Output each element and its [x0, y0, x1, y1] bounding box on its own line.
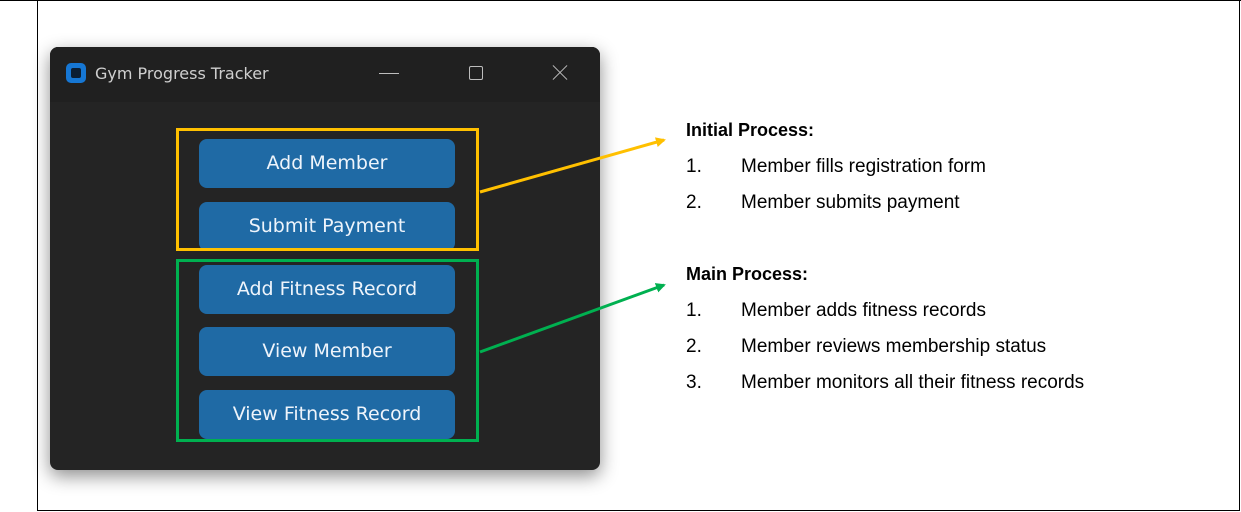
initial-process-arrow [479, 137, 666, 194]
list-item-text: Member reviews membership status [741, 336, 1047, 357]
list-item-number: 2. [686, 336, 702, 357]
initial-process-heading: Initial Process: [686, 120, 815, 140]
main-process-heading: Main Process: [686, 264, 809, 284]
list-item-text: Member fills registration form [741, 156, 986, 177]
list-item-number: 1. [686, 300, 702, 321]
list-item-number: 1. [686, 156, 702, 177]
list-item-number: 2. [686, 192, 702, 213]
list-item-number: 3. [686, 372, 702, 393]
initial-process-panel: Initial Process: 1. Member fills registr… [686, 120, 986, 213]
main-process-arrow [479, 283, 666, 354]
list-item-text: Member adds fitness records [741, 300, 986, 321]
annotation-arrows [479, 137, 666, 354]
list-item-text: Member submits payment [741, 192, 960, 213]
main-process-panel: Main Process: 1. Member adds fitness rec… [686, 264, 1084, 393]
list-item-text: Member monitors all their fitness record… [741, 372, 1085, 393]
